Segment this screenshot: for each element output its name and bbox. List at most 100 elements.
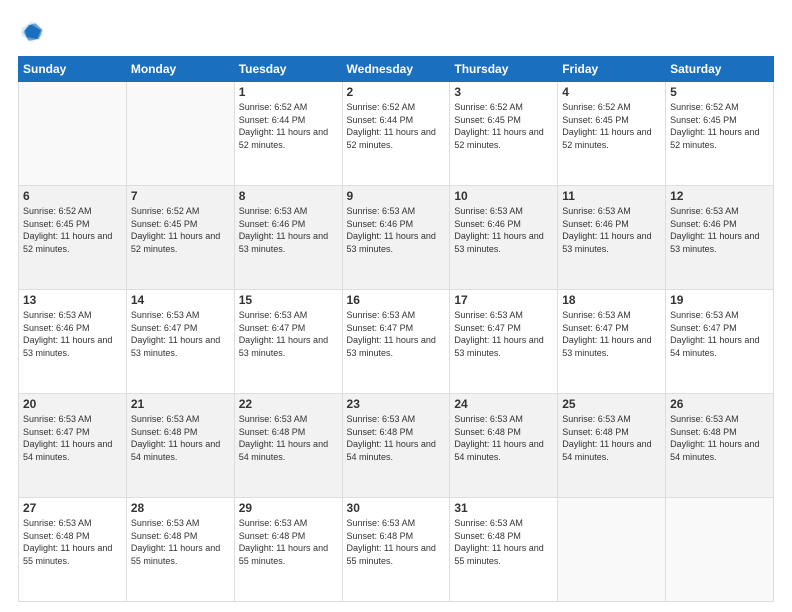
- day-info: Sunrise: 6:53 AM Sunset: 6:46 PM Dayligh…: [347, 205, 446, 255]
- day-number: 13: [23, 293, 122, 307]
- day-number: 31: [454, 501, 553, 515]
- weekday-header-sunday: Sunday: [19, 57, 127, 82]
- day-info: Sunrise: 6:53 AM Sunset: 6:47 PM Dayligh…: [454, 309, 553, 359]
- calendar-cell: 10 Sunrise: 6:53 AM Sunset: 6:46 PM Dayli…: [450, 186, 558, 290]
- calendar-cell: 18 Sunrise: 6:53 AM Sunset: 6:47 PM Dayli…: [558, 290, 666, 394]
- day-info: Sunrise: 6:52 AM Sunset: 6:45 PM Dayligh…: [454, 101, 553, 151]
- weekday-header-wednesday: Wednesday: [342, 57, 450, 82]
- calendar-cell: 29 Sunrise: 6:53 AM Sunset: 6:48 PM Dayli…: [234, 498, 342, 602]
- day-info: Sunrise: 6:52 AM Sunset: 6:45 PM Dayligh…: [131, 205, 230, 255]
- calendar-cell: 23 Sunrise: 6:53 AM Sunset: 6:48 PM Dayli…: [342, 394, 450, 498]
- calendar-cell: 1 Sunrise: 6:52 AM Sunset: 6:44 PM Daylig…: [234, 82, 342, 186]
- day-number: 27: [23, 501, 122, 515]
- calendar-cell: 12 Sunrise: 6:53 AM Sunset: 6:46 PM Dayli…: [666, 186, 774, 290]
- weekday-header-saturday: Saturday: [666, 57, 774, 82]
- weekday-header-row: SundayMondayTuesdayWednesdayThursdayFrid…: [19, 57, 774, 82]
- day-info: Sunrise: 6:53 AM Sunset: 6:48 PM Dayligh…: [131, 517, 230, 567]
- day-number: 11: [562, 189, 661, 203]
- calendar-cell: [19, 82, 127, 186]
- day-number: 25: [562, 397, 661, 411]
- day-number: 4: [562, 85, 661, 99]
- day-info: Sunrise: 6:53 AM Sunset: 6:48 PM Dayligh…: [347, 517, 446, 567]
- calendar-cell: 26 Sunrise: 6:53 AM Sunset: 6:48 PM Dayli…: [666, 394, 774, 498]
- calendar-cell: 27Sunrise: 6:53 AM Sunset: 6:48 PM Dayli…: [19, 498, 127, 602]
- day-info: Sunrise: 6:53 AM Sunset: 6:46 PM Dayligh…: [562, 205, 661, 255]
- calendar-cell: 20 Sunrise: 6:53 AM Sunset: 6:47 PM Dayli…: [19, 394, 127, 498]
- day-number: 23: [347, 397, 446, 411]
- day-number: 6: [23, 189, 122, 203]
- day-info: Sunrise: 6:53 AM Sunset: 6:47 PM Dayligh…: [347, 309, 446, 359]
- calendar-cell: 14Sunrise: 6:53 AM Sunset: 6:47 PM Dayli…: [126, 290, 234, 394]
- day-info: Sunrise: 6:52 AM Sunset: 6:45 PM Dayligh…: [23, 205, 122, 255]
- weekday-header-thursday: Thursday: [450, 57, 558, 82]
- weekday-header-monday: Monday: [126, 57, 234, 82]
- calendar-cell: 3 Sunrise: 6:52 AM Sunset: 6:45 PM Daylig…: [450, 82, 558, 186]
- day-info: Sunrise: 6:53 AM Sunset: 6:47 PM Dayligh…: [670, 309, 769, 359]
- day-number: 29: [239, 501, 338, 515]
- calendar-cell: 16 Sunrise: 6:53 AM Sunset: 6:47 PM Dayli…: [342, 290, 450, 394]
- day-number: 5: [670, 85, 769, 99]
- logo: [18, 18, 50, 46]
- day-number: 18: [562, 293, 661, 307]
- calendar-cell: 15 Sunrise: 6:53 AM Sunset: 6:47 PM Dayli…: [234, 290, 342, 394]
- calendar-cell: [126, 82, 234, 186]
- calendar-cell: 4 Sunrise: 6:52 AM Sunset: 6:45 PM Daylig…: [558, 82, 666, 186]
- day-info: Sunrise: 6:53 AM Sunset: 6:47 PM Dayligh…: [23, 413, 122, 463]
- day-info: Sunrise: 6:53 AM Sunset: 6:48 PM Dayligh…: [562, 413, 661, 463]
- week-row-1: 1 Sunrise: 6:52 AM Sunset: 6:44 PM Daylig…: [19, 82, 774, 186]
- calendar-cell: 17 Sunrise: 6:53 AM Sunset: 6:47 PM Dayli…: [450, 290, 558, 394]
- week-row-3: 13 Sunrise: 6:53 AM Sunset: 6:46 PM Dayli…: [19, 290, 774, 394]
- day-info: Sunrise: 6:52 AM Sunset: 6:45 PM Dayligh…: [562, 101, 661, 151]
- day-info: Sunrise: 6:53 AM Sunset: 6:48 PM Dayligh…: [347, 413, 446, 463]
- day-info: Sunrise: 6:52 AM Sunset: 6:45 PM Dayligh…: [670, 101, 769, 151]
- day-number: 2: [347, 85, 446, 99]
- calendar-cell: 5 Sunrise: 6:52 AM Sunset: 6:45 PM Daylig…: [666, 82, 774, 186]
- calendar-cell: 11 Sunrise: 6:53 AM Sunset: 6:46 PM Dayli…: [558, 186, 666, 290]
- day-number: 8: [239, 189, 338, 203]
- calendar-cell: 2 Sunrise: 6:52 AM Sunset: 6:44 PM Daylig…: [342, 82, 450, 186]
- calendar-cell: 24Sunrise: 6:53 AM Sunset: 6:48 PM Dayli…: [450, 394, 558, 498]
- calendar-cell: 13 Sunrise: 6:53 AM Sunset: 6:46 PM Dayli…: [19, 290, 127, 394]
- day-number: 17: [454, 293, 553, 307]
- day-number: 14: [131, 293, 230, 307]
- day-number: 28: [131, 501, 230, 515]
- day-number: 1: [239, 85, 338, 99]
- day-number: 26: [670, 397, 769, 411]
- day-number: 20: [23, 397, 122, 411]
- week-row-4: 20 Sunrise: 6:53 AM Sunset: 6:47 PM Dayli…: [19, 394, 774, 498]
- day-info: Sunrise: 6:53 AM Sunset: 6:48 PM Dayligh…: [454, 517, 553, 567]
- day-info: Sunrise: 6:53 AM Sunset: 6:48 PM Dayligh…: [670, 413, 769, 463]
- day-info: Sunrise: 6:53 AM Sunset: 6:46 PM Dayligh…: [670, 205, 769, 255]
- day-number: 10: [454, 189, 553, 203]
- day-info: Sunrise: 6:53 AM Sunset: 6:47 PM Dayligh…: [239, 309, 338, 359]
- weekday-header-friday: Friday: [558, 57, 666, 82]
- day-number: 3: [454, 85, 553, 99]
- calendar-cell: 19 Sunrise: 6:53 AM Sunset: 6:47 PM Dayli…: [666, 290, 774, 394]
- day-number: 24: [454, 397, 553, 411]
- day-number: 15: [239, 293, 338, 307]
- calendar-cell: [558, 498, 666, 602]
- day-number: 12: [670, 189, 769, 203]
- day-info: Sunrise: 6:52 AM Sunset: 6:44 PM Dayligh…: [347, 101, 446, 151]
- day-number: 19: [670, 293, 769, 307]
- day-number: 7: [131, 189, 230, 203]
- logo-icon: [18, 18, 46, 46]
- day-info: Sunrise: 6:52 AM Sunset: 6:44 PM Dayligh…: [239, 101, 338, 151]
- calendar-cell: 31 Sunrise: 6:53 AM Sunset: 6:48 PM Dayli…: [450, 498, 558, 602]
- calendar-cell: [666, 498, 774, 602]
- calendar-cell: 9Sunrise: 6:53 AM Sunset: 6:46 PM Daylig…: [342, 186, 450, 290]
- day-info: Sunrise: 6:53 AM Sunset: 6:47 PM Dayligh…: [562, 309, 661, 359]
- calendar-cell: 25 Sunrise: 6:53 AM Sunset: 6:48 PM Dayli…: [558, 394, 666, 498]
- day-info: Sunrise: 6:53 AM Sunset: 6:46 PM Dayligh…: [23, 309, 122, 359]
- day-number: 22: [239, 397, 338, 411]
- day-info: Sunrise: 6:53 AM Sunset: 6:48 PM Dayligh…: [239, 413, 338, 463]
- day-info: Sunrise: 6:53 AM Sunset: 6:46 PM Dayligh…: [454, 205, 553, 255]
- day-info: Sunrise: 6:53 AM Sunset: 6:48 PM Dayligh…: [239, 517, 338, 567]
- week-row-5: 27 Sunrise: 6:53 AM Sunset: 6:48 PM Dayli…: [19, 498, 774, 602]
- weekday-header-tuesday: Tuesday: [234, 57, 342, 82]
- day-number: 16: [347, 293, 446, 307]
- week-row-2: 6 Sunrise: 6:52 AM Sunset: 6:45 PM Daylig…: [19, 186, 774, 290]
- calendar-cell: 7 Sunrise: 6:52 AM Sunset: 6:45 PM Daylig…: [126, 186, 234, 290]
- day-number: 30: [347, 501, 446, 515]
- page: SundayMondayTuesdayWednesdayThursdayFrid…: [0, 0, 792, 612]
